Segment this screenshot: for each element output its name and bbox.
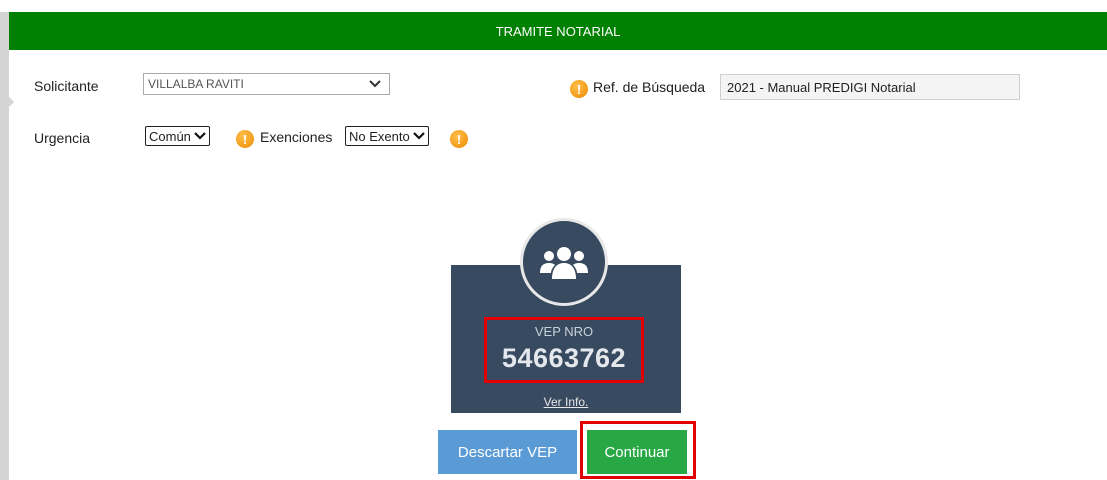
vep-number: 54663762: [501, 343, 627, 373]
solicitante-select[interactable]: VILLALBA RAVITI: [143, 73, 390, 95]
urgencia-warning-icon[interactable]: !: [236, 130, 254, 148]
users-icon: [540, 247, 588, 279]
vep-icon-circle: [520, 218, 608, 306]
chevron-down-icon: [412, 132, 425, 140]
chevron-down-icon: [369, 80, 381, 88]
urgencia-select[interactable]: Común: [145, 126, 210, 146]
ref-busqueda-value: 2021 - Manual PREDIGI Notarial: [727, 79, 916, 95]
exenciones-select[interactable]: No Exento: [345, 126, 429, 146]
ver-info-link[interactable]: Ver Info.: [451, 395, 681, 409]
descartar-vep-button[interactable]: Descartar VEP: [438, 430, 577, 474]
chevron-down-icon: [194, 132, 206, 140]
solicitante-label: Solicitante: [34, 78, 99, 94]
left-border: [0, 12, 9, 480]
exenciones-label: Exenciones: [260, 129, 333, 145]
continuar-button[interactable]: Continuar: [587, 430, 687, 474]
ref-busqueda-field[interactable]: 2021 - Manual PREDIGI Notarial: [720, 74, 1020, 100]
ref-busqueda-label: Ref. de Búsqueda: [593, 79, 706, 95]
page-title: TRAMITE NOTARIAL: [495, 23, 621, 39]
exenciones-value: No Exento: [349, 128, 410, 144]
page-header: TRAMITE NOTARIAL: [9, 12, 1107, 50]
vep-label: VEP NRO: [534, 324, 594, 339]
urgencia-label: Urgencia: [34, 130, 91, 146]
urgencia-value: Común: [149, 128, 191, 144]
left-notch: [9, 97, 14, 107]
exenciones-warning-icon[interactable]: !: [450, 130, 468, 148]
solicitante-value: VILLALBA RAVITI: [148, 77, 244, 91]
warning-icon[interactable]: !: [570, 80, 588, 98]
